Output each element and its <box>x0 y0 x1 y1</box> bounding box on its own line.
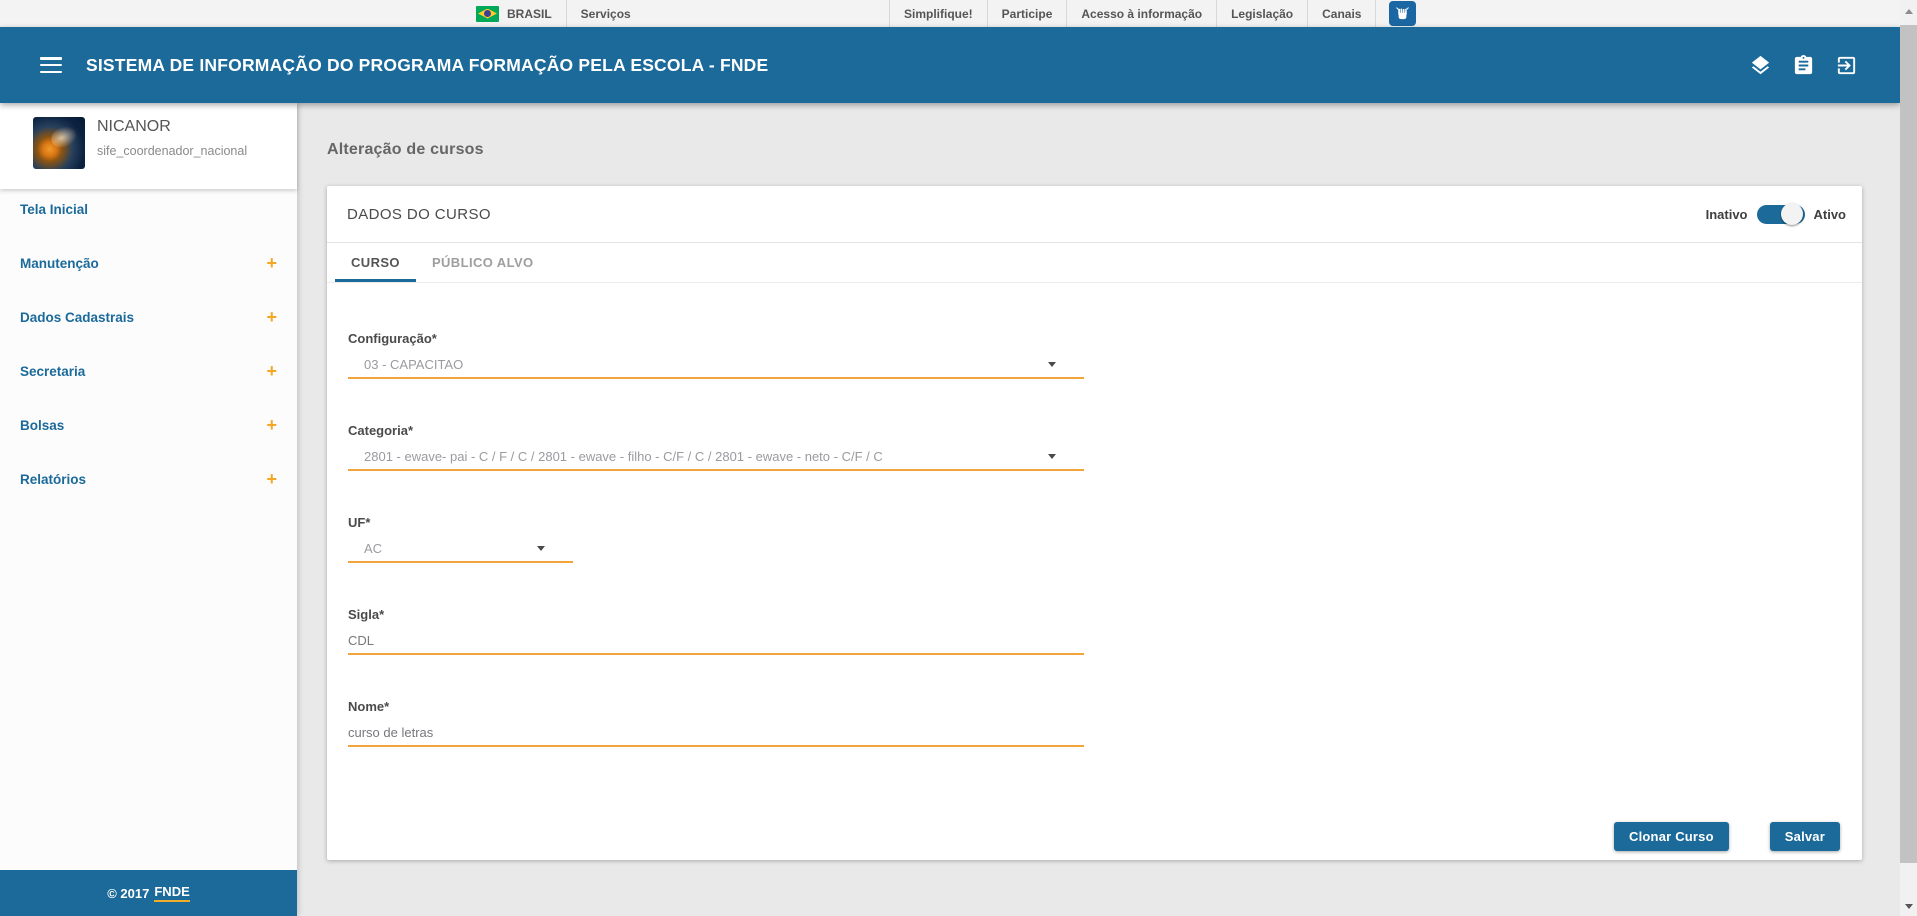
toggle-active-label: Ativo <box>1814 207 1847 222</box>
configuracao-select[interactable]: 03 - CAPACITAO <box>348 356 1084 379</box>
sidebar-item-label: Secretaria <box>20 364 85 379</box>
fnde-link[interactable]: FNDE <box>154 884 189 902</box>
gov-link-legislacao[interactable]: Legislação <box>1217 0 1307 27</box>
sidebar-item-label: Relatórios <box>20 472 86 487</box>
gov-link-label: Legislação <box>1231 7 1293 21</box>
page-title: Alteração de cursos <box>327 141 484 159</box>
gov-link-label: Canais <box>1322 7 1361 21</box>
uf-select[interactable]: AC <box>348 540 573 563</box>
sidebar-item-label: Tela Inicial <box>20 202 88 217</box>
sidebar-menu: Tela Inicial Manutenção + Dados Cadastra… <box>0 189 297 513</box>
gov-link-acesso-informacao[interactable]: Acesso à informação <box>1067 0 1216 27</box>
vertical-scrollbar[interactable] <box>1900 0 1917 916</box>
expand-plus-icon[interactable]: + <box>266 472 277 486</box>
gov-top-bar: BRASIL Serviços Simplifique! Participe A… <box>0 0 1900 27</box>
expand-plus-icon[interactable]: + <box>266 364 277 378</box>
field-uf: UF* AC <box>348 515 573 563</box>
save-button[interactable]: Salvar <box>1770 822 1840 851</box>
sidebar-item-tela-inicial[interactable]: Tela Inicial <box>0 189 297 243</box>
toggle-knob[interactable] <box>1781 203 1803 225</box>
menu-hamburger-icon[interactable] <box>40 57 62 73</box>
user-name: NICANOR <box>97 118 171 136</box>
status-toggle[interactable] <box>1757 205 1805 224</box>
tab-publico-alvo[interactable]: PÚBLICO ALVO <box>416 243 550 282</box>
sidebar-item-manutencao[interactable]: Manutenção + <box>0 243 297 297</box>
sidebar: NICANOR sife_coordenador_nacional Tela I… <box>0 103 297 916</box>
tab-label: CURSO <box>351 255 400 270</box>
field-nome: Nome* curso de letras <box>348 699 1084 747</box>
field-categoria: Categoria* 2801 - ewave- pai - C / F / C… <box>348 423 1084 471</box>
gov-bar-right-group: Simplifique! Participe Acesso à informaç… <box>889 0 1416 27</box>
tab-curso[interactable]: CURSO <box>335 243 416 282</box>
dropdown-arrow-icon[interactable] <box>1048 454 1056 459</box>
brazil-flag-icon <box>476 6 499 22</box>
field-label: Nome* <box>348 699 1084 714</box>
app-title: SISTEMA DE INFORMAÇÃO DO PROGRAMA FORMAÇ… <box>86 55 768 76</box>
divider <box>1375 0 1376 27</box>
select-value: 2801 - ewave- pai - C / F / C / 2801 - e… <box>364 449 883 464</box>
gov-link-label: Participe <box>1002 7 1053 21</box>
user-avatar[interactable] <box>33 117 85 169</box>
scroll-up-arrow-icon[interactable] <box>1905 9 1913 14</box>
sidebar-item-bolsas[interactable]: Bolsas + <box>0 405 297 459</box>
field-label: UF* <box>348 515 573 530</box>
logout-icon[interactable] <box>1835 54 1858 77</box>
tab-label: PÚBLICO ALVO <box>432 255 534 270</box>
scroll-down-arrow-icon[interactable] <box>1905 904 1913 909</box>
app-header: SISTEMA DE INFORMAÇÃO DO PROGRAMA FORMAÇ… <box>0 27 1900 103</box>
nome-input[interactable]: curso de letras <box>348 724 1084 747</box>
field-label: Categoria* <box>348 423 1084 438</box>
gov-link-label: Acesso à informação <box>1081 7 1202 21</box>
expand-plus-icon[interactable]: + <box>266 310 277 324</box>
card-actions: Clonar Curso Salvar <box>1614 822 1840 851</box>
sidebar-item-label: Bolsas <box>20 418 64 433</box>
field-sigla: Sigla* CDL <box>348 607 1084 655</box>
gov-bar-left-group: BRASIL Serviços <box>462 0 645 27</box>
copyright-text: © 2017 <box>107 886 149 901</box>
toggle-inactive-label: Inativo <box>1706 207 1748 222</box>
expand-plus-icon[interactable]: + <box>266 418 277 432</box>
layers-icon[interactable] <box>1749 54 1772 77</box>
user-role: sife_coordenador_nacional <box>97 144 247 158</box>
course-form: Configuração* 03 - CAPACITAO Categoria* … <box>327 283 1862 747</box>
dropdown-arrow-icon[interactable] <box>537 546 545 551</box>
card-tabs: CURSO PÚBLICO ALVO <box>327 243 1862 283</box>
sigla-input[interactable]: CDL <box>348 632 1084 655</box>
card-title: DADOS DO CURSO <box>347 206 491 223</box>
gov-link-simplifique[interactable]: Simplifique! <box>890 0 987 27</box>
header-actions <box>1749 54 1858 77</box>
sidebar-item-relatorios[interactable]: Relatórios + <box>0 459 297 513</box>
sidebar-item-label: Manutenção <box>20 256 99 271</box>
categoria-select[interactable]: 2801 - ewave- pai - C / F / C / 2801 - e… <box>348 448 1084 471</box>
input-value: CDL <box>348 633 374 648</box>
sidebar-footer: © 2017 FNDE <box>0 870 297 916</box>
card-header: DADOS DO CURSO Inativo Ativo <box>327 186 1862 243</box>
input-value: curso de letras <box>348 725 433 740</box>
sidebar-item-secretaria[interactable]: Secretaria + <box>0 351 297 405</box>
expand-plus-icon[interactable]: + <box>266 256 277 270</box>
status-toggle-group: Inativo Ativo <box>1706 205 1846 224</box>
sidebar-item-label: Dados Cadastrais <box>20 310 134 325</box>
select-value: AC <box>364 541 382 556</box>
gov-brand-label: BRASIL <box>507 7 552 21</box>
course-data-card: DADOS DO CURSO Inativo Ativo CURSO PÚBLI… <box>327 186 1862 860</box>
gov-link-label: Simplifique! <box>904 7 973 21</box>
dropdown-arrow-icon[interactable] <box>1048 362 1056 367</box>
gov-link-servicos[interactable]: Serviços <box>567 0 645 27</box>
clone-course-button[interactable]: Clonar Curso <box>1614 822 1729 851</box>
gov-link-label: Serviços <box>581 7 631 21</box>
gov-link-canais[interactable]: Canais <box>1308 0 1375 27</box>
vlibras-accessibility-icon[interactable] <box>1389 1 1416 26</box>
sidebar-item-dados-cadastrais[interactable]: Dados Cadastrais + <box>0 297 297 351</box>
user-card: NICANOR sife_coordenador_nacional <box>0 103 297 189</box>
field-configuracao: Configuração* 03 - CAPACITAO <box>348 331 1084 379</box>
app-window: BRASIL Serviços Simplifique! Participe A… <box>0 0 1917 916</box>
gov-brand-brasil[interactable]: BRASIL <box>462 0 566 27</box>
clipboard-icon[interactable] <box>1792 54 1815 77</box>
scrollbar-thumb[interactable] <box>1900 25 1917 863</box>
gov-link-participe[interactable]: Participe <box>988 0 1067 27</box>
select-value: 03 - CAPACITAO <box>364 357 463 372</box>
field-label: Configuração* <box>348 331 1084 346</box>
field-label: Sigla* <box>348 607 1084 622</box>
